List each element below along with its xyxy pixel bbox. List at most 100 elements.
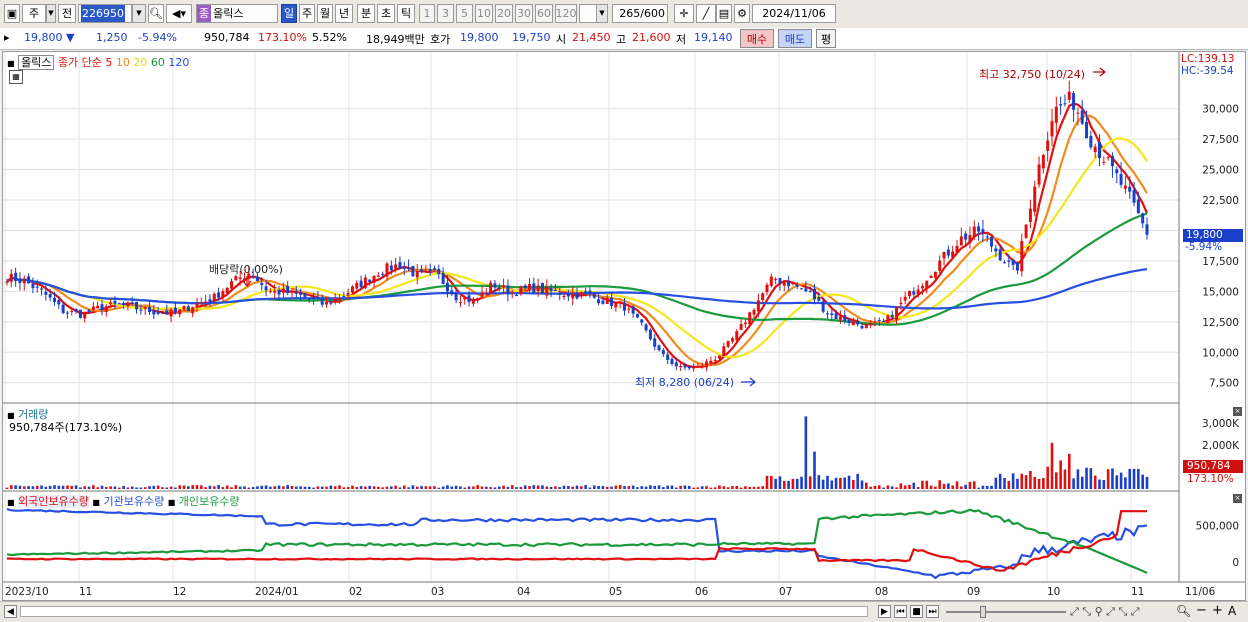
interval-30-button[interactable]: 30 — [515, 4, 533, 23]
chart-scrollbar[interactable]: ◀ ▶ ⏮ ■ ⏭ ⤢ ⤡ ⚲ ⤢ ⤡ ⤢ 🔍︎ − + A — [0, 601, 1248, 622]
zoom-slider[interactable] — [946, 611, 1066, 613]
candle-body — [199, 302, 203, 304]
auto-scale-icon[interactable]: A — [1228, 604, 1236, 618]
volume-bar — [852, 480, 855, 489]
interval-120-button[interactable]: 120 — [555, 4, 577, 23]
stop-icon[interactable]: ■ — [910, 605, 923, 618]
volume-bar — [1059, 460, 1062, 489]
count-field[interactable]: 265/600 — [612, 4, 668, 23]
candle-body — [61, 304, 65, 313]
draw-tool-icon[interactable]: ╱ — [696, 4, 716, 23]
candle-body — [273, 290, 277, 293]
stock-name-field[interactable]: 종 올릭스 — [196, 4, 278, 23]
volume-bar — [342, 487, 346, 489]
candle-body — [316, 296, 320, 299]
volume-bar — [951, 485, 954, 489]
candle-body — [821, 301, 825, 312]
candle-body — [411, 265, 415, 277]
stock-tag[interactable]: 올릭스 — [18, 55, 55, 70]
candle-body — [592, 293, 596, 298]
date-input[interactable]: 2024/11/06 — [752, 4, 836, 23]
speaker-icon[interactable]: ◀▾ — [166, 4, 192, 23]
period-minute-button[interactable]: 분 — [357, 4, 375, 23]
scroll-track[interactable] — [20, 606, 868, 617]
chart-area[interactable]: 30,000 27,500 25,000 22,500 17,500 15,000 12,5… — [2, 51, 1246, 601]
candle-body — [549, 287, 553, 292]
candle-body — [908, 291, 911, 297]
crosshair-icon[interactable]: ✛ — [674, 4, 694, 23]
period-tick-button[interactable]: 틱 — [397, 4, 415, 23]
volume-bar — [532, 485, 536, 489]
period-day-button[interactable]: 일 — [281, 4, 297, 23]
volume-bar — [485, 486, 488, 489]
volume-bar — [286, 485, 289, 489]
interval-3-button[interactable]: 3 — [437, 4, 454, 23]
period-second-button[interactable]: 초 — [377, 4, 395, 23]
volume-bar — [627, 486, 631, 489]
period-week-button[interactable]: 주 — [299, 4, 315, 23]
zoom-in-icon[interactable]: + — [1212, 603, 1223, 618]
search-icon[interactable]: 🔍︎ — [148, 4, 164, 23]
period-year-button[interactable]: 년 — [335, 4, 353, 23]
volume-bar — [14, 485, 17, 489]
candle-body — [415, 270, 419, 278]
volume-bar — [61, 485, 65, 489]
interval-120-label: 120 — [555, 7, 577, 20]
candle-body — [104, 306, 108, 313]
volume-bar — [683, 485, 687, 489]
candle-body — [735, 331, 739, 341]
time-axis-label: 09 — [967, 586, 980, 598]
prev-button[interactable]: 전 — [58, 4, 76, 23]
drawing-tools-icon[interactable]: ⤢ ⤡ ⚲ ⤢ ⤡ ⤢ — [1070, 605, 1140, 619]
low-annotation: 최저 8,280 (06/24) — [635, 376, 735, 389]
buy-button[interactable]: 매수 — [740, 29, 774, 48]
first-page-icon[interactable]: ⏮ — [894, 605, 907, 618]
chart-canvas[interactable]: 30,000 27,500 25,000 22,500 17,500 15,000 12,5… — [3, 52, 1245, 600]
volume-bar — [70, 485, 74, 489]
interval-1-button[interactable]: 1 — [419, 4, 435, 23]
interval-60-button[interactable]: 60 — [535, 4, 553, 23]
settings-icon[interactable]: ⚙ — [734, 4, 750, 23]
zoom-out-icon[interactable]: − — [1196, 603, 1207, 618]
candle-body — [640, 319, 644, 323]
candle-body — [1067, 91, 1071, 100]
expand-icon[interactable]: ▸ — [4, 31, 10, 44]
volume-axis-label: 2,000K — [1202, 440, 1240, 452]
volume-bar — [79, 487, 82, 489]
volume-bar — [364, 486, 367, 489]
table-icon[interactable]: ▦ — [9, 70, 23, 84]
candle-body — [35, 286, 39, 288]
evaluate-button[interactable]: 평 — [816, 29, 836, 48]
period-dropdown-icon[interactable]: ▼ — [46, 4, 56, 23]
interval-dropdown-icon[interactable]: ▼ — [596, 4, 608, 23]
candle-body — [165, 310, 169, 315]
code-dropdown-icon[interactable]: ▼ — [132, 4, 146, 23]
interval-10-button[interactable]: 10 — [475, 4, 493, 23]
last-page-icon[interactable]: ⏭ — [926, 605, 939, 618]
volume-bar — [528, 486, 531, 489]
high-price: 21,600 — [632, 31, 671, 44]
candle-body — [808, 291, 812, 293]
zoom-icon[interactable]: 🔍︎ — [1176, 604, 1191, 618]
candle-body — [1028, 208, 1032, 222]
volume-bar — [877, 485, 881, 489]
scroll-right-icon[interactable]: ▶ — [878, 605, 891, 618]
interval-5-button[interactable]: 5 — [456, 4, 473, 23]
stock-code-input[interactable]: 226950 — [78, 4, 132, 23]
scroll-left-icon[interactable]: ◀ — [4, 605, 17, 618]
dividend-annotation: 배당락(0.00%) — [209, 263, 283, 276]
volume-bar — [333, 486, 337, 489]
zoom-slider-handle[interactable] — [980, 606, 986, 618]
sell-button[interactable]: 매도 — [778, 29, 812, 48]
current-price-value: 19,800 — [24, 31, 63, 44]
candle-body — [506, 285, 510, 295]
close-panel-icon[interactable]: × — [1233, 407, 1242, 416]
volume-bar — [1080, 476, 1084, 489]
save-icon[interactable]: ▤ — [716, 4, 732, 23]
period-select[interactable]: 주 — [22, 4, 46, 23]
period-month-button[interactable]: 월 — [317, 4, 333, 23]
close-panel-icon[interactable]: × — [1233, 494, 1242, 503]
candle-body — [320, 298, 324, 305]
window-icon[interactable]: ▣ — [4, 4, 20, 23]
interval-20-button[interactable]: 20 — [495, 4, 513, 23]
